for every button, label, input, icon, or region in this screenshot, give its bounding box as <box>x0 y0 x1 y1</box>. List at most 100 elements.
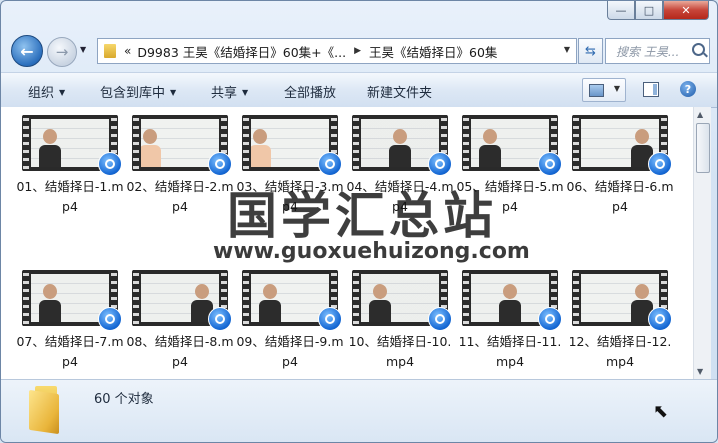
lecturer-figure <box>141 129 161 167</box>
video-thumbnail[interactable] <box>572 115 672 176</box>
breadcrumb-current[interactable]: 王昊《结婚择日》60集 <box>369 42 497 61</box>
navigation-bar: ← → ▼ « D9983 王昊《结婚择日》60集+《... ▶ 王昊《结婚择日… <box>1 33 717 67</box>
film-strip-edge <box>573 115 579 171</box>
film-strip-edge <box>133 270 139 326</box>
media-player-icon <box>98 152 122 176</box>
video-frame <box>361 119 439 167</box>
help-icon[interactable]: ? <box>680 81 696 97</box>
explorer-window: — □ ✕ ← → ▼ « D9983 王昊《结婚择日》60集+《... ▶ 王… <box>0 0 718 443</box>
back-button[interactable]: ← <box>11 35 43 67</box>
file-name[interactable]: 08、结婚择日-8.mp4 <box>125 332 235 372</box>
scroll-down-icon[interactable]: ▼ <box>697 367 703 376</box>
lecturer-figure <box>499 284 521 322</box>
video-frame <box>581 119 659 167</box>
address-bar[interactable]: « D9983 王昊《结婚择日》60集+《... ▶ 王昊《结婚择日》60集 ▼ <box>97 38 577 64</box>
media-player-icon <box>428 307 452 331</box>
view-icon <box>589 84 604 97</box>
video-thumbnail[interactable] <box>132 115 232 176</box>
file-item[interactable]: 10、结婚择日-10.mp4 <box>345 270 455 379</box>
media-player-icon <box>538 307 562 331</box>
file-item[interactable]: 01、结婚择日-1.mp4 <box>15 115 125 270</box>
media-player-icon <box>208 307 232 331</box>
maximize-button[interactable]: □ <box>635 1 663 20</box>
video-thumbnail[interactable] <box>22 115 122 176</box>
video-thumbnail[interactable] <box>462 115 562 176</box>
file-item[interactable]: 09、结婚择日-9.mp4 <box>235 270 345 379</box>
film-strip-edge <box>243 115 249 171</box>
organize-menu[interactable]: 组织 ▼ <box>28 82 65 101</box>
lecturer-figure <box>39 284 61 322</box>
video-thumbnail[interactable] <box>242 115 342 176</box>
file-name[interactable]: 06、结婚择日-6.mp4 <box>565 177 675 217</box>
file-name[interactable]: 02、结婚择日-2.mp4 <box>125 177 235 217</box>
video-thumbnail[interactable] <box>132 270 232 331</box>
watermark-url: www.guoxuehuizong.com <box>213 239 530 264</box>
vertical-scrollbar[interactable]: ▲ ▼ <box>693 107 711 379</box>
media-player-icon <box>98 307 122 331</box>
dropdown-arrow-icon: ▼ <box>242 88 249 97</box>
file-item[interactable]: 08、结婚择日-8.mp4 <box>125 270 235 379</box>
video-thumbnail[interactable] <box>352 270 452 331</box>
film-strip-edge <box>463 115 469 171</box>
dropdown-arrow-icon: ▼ <box>59 88 66 97</box>
search-box[interactable]: 搜索 王昊... <box>605 38 710 64</box>
change-view-button[interactable]: ▼ <box>582 78 626 102</box>
refresh-button[interactable]: ⇆ <box>578 38 603 64</box>
minimize-button[interactable]: — <box>607 1 635 20</box>
video-frame <box>31 274 109 322</box>
lecturer-figure <box>389 129 411 167</box>
back-arrow-icon: ← <box>20 41 34 61</box>
video-thumbnail[interactable] <box>352 115 452 176</box>
share-menu[interactable]: 共享 ▼ <box>211 82 248 101</box>
mouse-cursor-icon: ⬉ <box>653 401 669 422</box>
video-frame <box>141 119 219 167</box>
preview-pane-icon[interactable] <box>643 82 659 97</box>
video-thumbnail[interactable] <box>572 270 672 331</box>
file-name[interactable]: 10、结婚择日-10.mp4 <box>345 332 455 372</box>
lecturer-figure <box>479 129 501 167</box>
file-name[interactable]: 12、结婚择日-12.mp4 <box>565 332 675 372</box>
folder-icon <box>104 44 116 58</box>
breadcrumb-separator-icon[interactable]: ▶ <box>354 46 361 56</box>
file-item[interactable]: 06、结婚择日-6.mp4 <box>565 115 675 270</box>
video-thumbnail[interactable] <box>22 270 122 331</box>
media-player-icon <box>208 152 232 176</box>
file-item[interactable]: 12、结婚择日-12.mp4 <box>565 270 675 379</box>
recent-pages-dropdown[interactable]: ▼ <box>80 45 86 54</box>
film-strip-edge <box>23 115 29 171</box>
forward-button[interactable]: → <box>47 37 77 67</box>
watermark-title: 国学汇总站 <box>227 186 497 245</box>
breadcrumb-parent[interactable]: D9983 王昊《结婚择日》60集+《... <box>137 42 346 61</box>
file-item[interactable]: 11、结婚择日-11.mp4 <box>455 270 565 379</box>
file-name[interactable]: 07、结婚择日-7.mp4 <box>15 332 125 372</box>
address-dropdown-icon[interactable]: ▼ <box>564 45 570 54</box>
video-thumbnail[interactable] <box>242 270 342 331</box>
lecturer-figure <box>39 129 61 167</box>
lecturer-figure <box>369 284 391 322</box>
scrollbar-thumb[interactable] <box>696 123 710 173</box>
play-all-button[interactable]: 全部播放 <box>284 82 336 101</box>
lecturer-figure <box>259 284 281 322</box>
close-button[interactable]: ✕ <box>663 1 709 20</box>
video-frame <box>31 119 109 167</box>
scroll-up-icon[interactable]: ▲ <box>697 110 703 119</box>
file-item[interactable]: 07、结婚择日-7.mp4 <box>15 270 125 379</box>
lecturer-figure <box>251 129 271 167</box>
include-in-library-menu[interactable]: 包含到库中 ▼ <box>100 82 176 101</box>
search-placeholder[interactable]: 搜索 王昊... <box>616 43 686 60</box>
film-strip-edge <box>23 270 29 326</box>
media-player-icon <box>648 307 672 331</box>
film-strip-edge <box>573 270 579 326</box>
video-thumbnail[interactable] <box>462 270 562 331</box>
new-folder-button[interactable]: 新建文件夹 <box>367 82 432 101</box>
caption-buttons: — □ ✕ <box>607 1 709 21</box>
folder-icon <box>29 386 65 435</box>
breadcrumb-overflow[interactable]: « <box>124 44 131 58</box>
file-name[interactable]: 01、结婚择日-1.mp4 <box>15 177 125 217</box>
film-strip-edge <box>353 115 359 171</box>
item-count: 60 个对象 <box>94 392 154 407</box>
file-name[interactable]: 11、结婚择日-11.mp4 <box>455 332 565 372</box>
search-icon <box>692 43 705 56</box>
file-name[interactable]: 09、结婚择日-9.mp4 <box>235 332 345 372</box>
view-dropdown-icon[interactable]: ▼ <box>614 84 620 93</box>
